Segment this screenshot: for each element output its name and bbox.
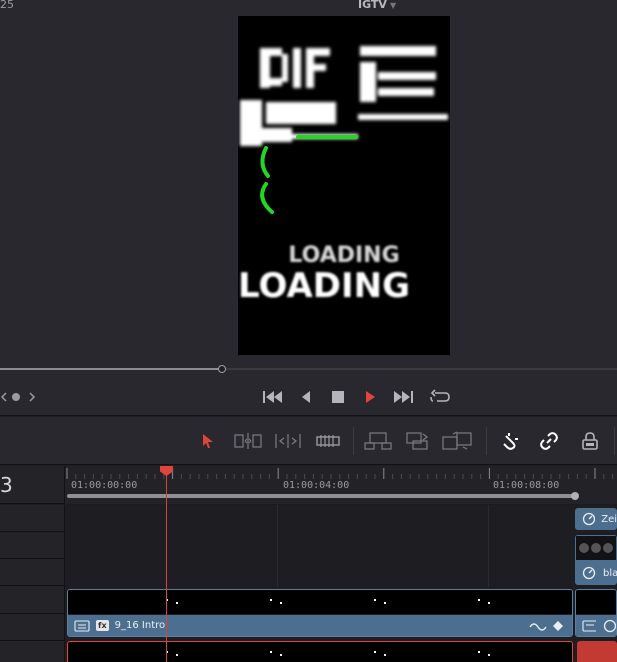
go-to-end-button[interactable] bbox=[390, 386, 416, 408]
track-headers bbox=[0, 505, 65, 662]
track-header-v6[interactable] bbox=[0, 505, 65, 532]
track-header-v2[interactable] bbox=[0, 614, 65, 641]
play-reverse-button[interactable] bbox=[296, 386, 316, 408]
dynamic-trim-button[interactable] bbox=[274, 429, 302, 453]
dynamic-trim-icon bbox=[275, 434, 301, 448]
clip-right-mid-thumbnail bbox=[575, 535, 617, 561]
linked-selection-toggle[interactable] bbox=[538, 429, 560, 453]
insert-clip-button[interactable] bbox=[364, 429, 394, 453]
play-button[interactable] bbox=[360, 386, 380, 408]
clip-right-v3-bar bbox=[576, 615, 616, 636]
play-icon bbox=[366, 391, 375, 403]
blade-tool-button[interactable] bbox=[314, 429, 342, 453]
viewer-title-text: IGTV bbox=[358, 0, 387, 11]
toolbar-divider bbox=[353, 427, 354, 455]
selection-tool-button[interactable] bbox=[198, 429, 218, 453]
insert-clip-icon bbox=[364, 432, 392, 450]
keyframe-curve-icon[interactable] bbox=[528, 619, 568, 633]
track-header-v1[interactable] bbox=[0, 641, 65, 662]
magnet-icon bbox=[503, 433, 518, 450]
transport-controls bbox=[0, 378, 617, 416]
link-icon bbox=[540, 432, 558, 450]
viewer-panel: LOADING LOADING bbox=[0, 12, 617, 356]
playhead-line[interactable] bbox=[166, 466, 167, 662]
loop-button[interactable] bbox=[428, 386, 452, 408]
timeline-zoom-handle[interactable] bbox=[571, 492, 579, 500]
clip-intro[interactable]: fx 9_16 Intro bbox=[67, 589, 573, 637]
clip-right-v3[interactable] bbox=[575, 589, 617, 637]
stop-button[interactable] bbox=[328, 386, 348, 408]
scrubber-progress bbox=[0, 368, 222, 370]
timeline-toolbar bbox=[0, 417, 617, 465]
thumbnail-pattern bbox=[579, 543, 613, 553]
frame-rate-label: 25 bbox=[0, 0, 14, 11]
preview-graphic: LOADING LOADING bbox=[238, 46, 448, 306]
clip-intro-label: 9_16 Intro bbox=[114, 620, 166, 631]
preview-loading-small: LOADING bbox=[288, 243, 399, 268]
track-header-v5[interactable] bbox=[0, 532, 65, 559]
keyboard-clip-icon bbox=[74, 619, 90, 632]
trim-icon bbox=[234, 433, 262, 449]
viewer-scrubber[interactable] bbox=[0, 356, 617, 378]
lock-icon bbox=[582, 432, 598, 450]
overwrite-clip-button[interactable] bbox=[405, 429, 431, 453]
thumbnail-strip bbox=[166, 651, 490, 656]
ruler-label-2: 01:00:08:00 bbox=[493, 480, 560, 491]
clip-right-mid-label: bla bbox=[603, 567, 617, 579]
viewer-title[interactable]: IGTV ▼ bbox=[358, 0, 396, 11]
timeline-timecode[interactable]: 3 bbox=[0, 466, 65, 504]
ruler-label-0: 01:00:00:00 bbox=[71, 480, 138, 491]
clip-bottom-right[interactable] bbox=[577, 641, 617, 662]
timeline-tracks[interactable]: Zei bla fx 9_16 Intro bbox=[65, 505, 617, 662]
clip-right-mid-bar: bla bbox=[575, 561, 617, 585]
clip-right-mid[interactable]: bla bbox=[575, 535, 617, 585]
chevron-down-icon[interactable]: ▼ bbox=[390, 1, 396, 10]
play-reverse-icon bbox=[302, 391, 310, 403]
replace-clip-icon bbox=[442, 431, 472, 450]
snapping-toggle[interactable] bbox=[500, 429, 522, 453]
replace-clip-button[interactable] bbox=[441, 429, 475, 453]
gridline bbox=[277, 505, 278, 587]
scrubber-handle[interactable] bbox=[218, 365, 226, 373]
track-header-v4[interactable] bbox=[0, 559, 65, 586]
blade-icon bbox=[316, 435, 340, 447]
speedometer-icon bbox=[603, 619, 616, 632]
clip-right-v3-thumbnail bbox=[576, 590, 616, 614]
toolbar-divider bbox=[486, 427, 487, 455]
position-lock-toggle[interactable] bbox=[579, 429, 601, 453]
clip-right-top[interactable]: Zei bbox=[575, 508, 617, 530]
ruler-label-1: 01:00:04:00 bbox=[283, 480, 350, 491]
speedometer-icon bbox=[582, 512, 596, 526]
go-to-start-button[interactable] bbox=[260, 386, 286, 408]
overwrite-clip-icon bbox=[406, 432, 428, 450]
video-preview: LOADING LOADING bbox=[238, 16, 450, 355]
track-header-v3[interactable] bbox=[0, 586, 65, 614]
clip-intro-thumbnails bbox=[68, 590, 572, 614]
keyboard-clip-icon bbox=[582, 619, 596, 632]
timeline-panel: 3 01:00:00:00 01:00:04:00 01:00:08:00 Ze… bbox=[0, 466, 617, 662]
stop-icon bbox=[332, 391, 344, 403]
timecode-text: 3 bbox=[0, 473, 13, 497]
preview-loading-large: LOADING bbox=[238, 266, 410, 306]
speedometer-icon bbox=[582, 566, 596, 580]
timeline-ruler[interactable]: 01:00:00:00 01:00:04:00 01:00:08:00 bbox=[65, 466, 617, 504]
fx-badge: fx bbox=[96, 620, 109, 631]
jog-controls[interactable] bbox=[0, 386, 40, 408]
timeline-zoom-bar[interactable] bbox=[67, 494, 575, 498]
clip-right-top-label: Zei bbox=[601, 513, 617, 525]
viewer-header: 25 IGTV ▼ bbox=[0, 0, 617, 12]
loop-icon bbox=[430, 389, 450, 402]
clip-intro-bar: fx 9_16 Intro bbox=[68, 615, 572, 636]
trim-tool-button[interactable] bbox=[233, 429, 263, 453]
thumbnail-strip bbox=[166, 599, 490, 604]
clip-bottom-selected[interactable] bbox=[67, 641, 573, 662]
skip-back-icon bbox=[263, 391, 282, 403]
gridline bbox=[488, 505, 489, 587]
skip-forward-icon bbox=[394, 391, 413, 403]
toolbar-divider bbox=[614, 427, 615, 455]
ruler-ticks bbox=[66, 468, 614, 479]
pointer-arrow-icon bbox=[203, 434, 213, 448]
jog-arrows-icon[interactable] bbox=[0, 386, 40, 408]
